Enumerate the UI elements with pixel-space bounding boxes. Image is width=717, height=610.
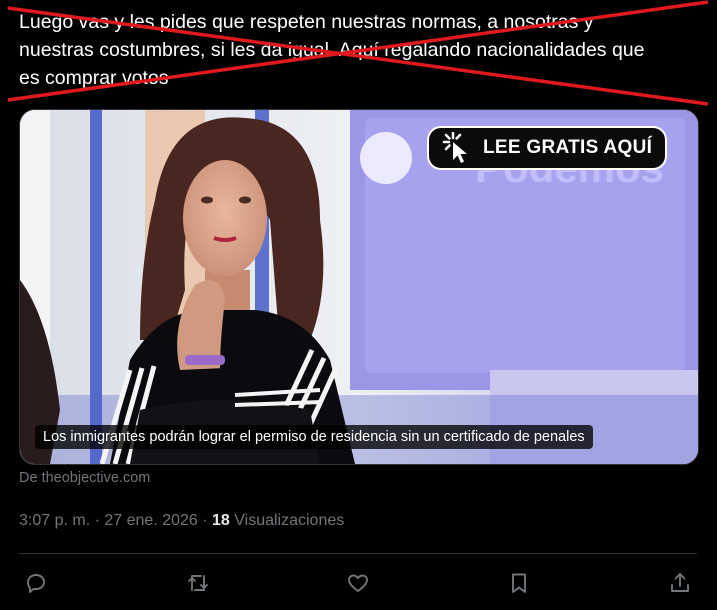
reply-button[interactable]	[19, 566, 53, 600]
action-bar	[0, 566, 717, 600]
tweet-time[interactable]: 3:07 p. m.	[19, 512, 90, 529]
heart-icon	[348, 574, 368, 592]
cursor-click-icon	[442, 132, 467, 163]
bookmark-icon	[512, 573, 526, 593]
bookmark-button[interactable]	[502, 566, 536, 600]
meta-separator: ·	[90, 512, 105, 529]
reply-icon	[27, 574, 45, 593]
retweet-icon	[188, 575, 208, 591]
views-label: Visualizaciones	[229, 512, 345, 529]
divider	[19, 553, 697, 554]
read-free-label: LEE GRATIS AQUÍ	[483, 137, 653, 158]
share-icon	[671, 573, 689, 592]
meta-separator: ·	[197, 512, 213, 529]
views-count: 18	[212, 512, 230, 529]
read-free-button[interactable]: LEE GRATIS AQUÍ	[427, 126, 667, 170]
link-card[interactable]: Podemos	[19, 109, 699, 465]
tweet-meta: 3:07 p. m. · 27 ene. 2026 · 18 Visualiza…	[19, 512, 344, 530]
tweet-text: Luego vas y les pides que respeten nuest…	[19, 11, 645, 89]
like-button[interactable]	[341, 566, 375, 600]
tweet-date[interactable]: 27 ene. 2026	[104, 512, 197, 529]
card-source-link[interactable]: De theobjective.com	[19, 470, 150, 486]
card-caption: Los inmigrantes podrán lograr el permiso…	[35, 425, 593, 449]
share-button[interactable]	[663, 566, 697, 600]
retweet-button[interactable]	[181, 566, 215, 600]
